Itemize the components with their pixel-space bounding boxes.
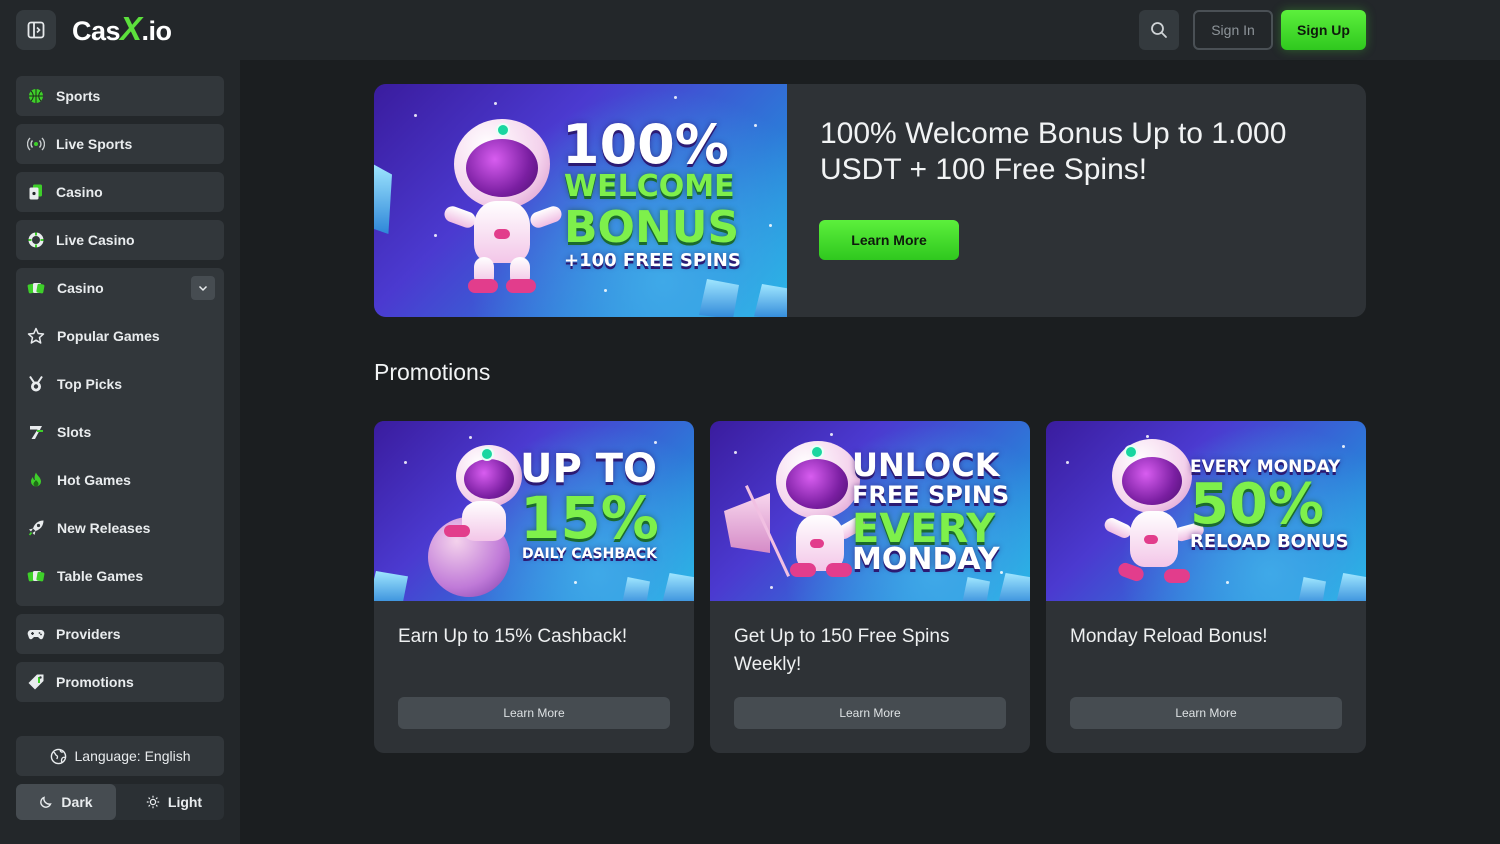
sidebar-item-promotions[interactable]: Promotions [16,662,224,702]
cards-icon [27,183,45,201]
table-cards-icon [27,567,45,585]
promo-learn-more-button[interactable]: Learn More [1070,697,1342,729]
promo-title: Get Up to 150 Free Spins Weekly! [734,626,950,675]
sidebar-item-providers[interactable]: Providers [16,614,224,654]
sidebar-toggle-button[interactable] [16,10,56,50]
casino-group-header[interactable]: Casino [16,268,224,308]
banner-art-text: BONUS [564,202,740,253]
sidebar-item-label: Promotions [56,674,134,690]
medal-icon [27,375,45,393]
sidebar-item-label: Casino [56,184,103,200]
sidebar-item-casino[interactable]: Casino [16,172,224,212]
language-selector[interactable]: Language: English [16,736,224,776]
logo-text: Cas [72,16,121,46]
sidebar-item-top-picks[interactable]: Top Picks [16,364,224,404]
theme-dark-label: Dark [61,794,93,810]
sidebar-item-label: Sports [56,88,101,104]
promo-card-cashback: UP TO 15% DAILY CASHBACK Earn Up to 15% … [374,421,694,753]
star-icon [27,327,45,345]
sign-up-button[interactable]: Sign Up [1281,10,1366,50]
promo-art-text: UP TO [520,446,658,492]
chevron-down-icon [198,285,208,292]
sign-in-button[interactable]: Sign In [1193,10,1273,50]
sidebar-item-label: Live Sports [56,136,133,152]
flame-icon [27,471,45,489]
astronaut-illustration [424,441,534,601]
logo-suffix: .io [141,16,173,46]
hero-title: 100% Welcome Bonus Up to 1.000 USDT + 10… [820,117,1287,186]
promo-art-text: DAILY CASHBACK [522,546,657,562]
casino-category-group: Casino Popular Games Top Picks Slots Hot… [16,268,224,606]
top-header: CasX.io Sign In Sign Up [0,0,1500,60]
search-button[interactable] [1139,10,1179,50]
sidebar-item-live-sports[interactable]: Live Sports [16,124,224,164]
sidebar-item-label: Providers [56,626,121,642]
welcome-bonus-banner: 100% WELCOME BONUS +100 FREE SPINS 100% … [374,84,1366,317]
sidebar-item-popular-games[interactable]: Popular Games [16,316,224,356]
sidebar-item-table-games[interactable]: Table Games [16,556,224,596]
globe-icon [50,748,66,764]
seven-icon [27,423,45,441]
promo-art-text: UNLOCK [852,446,1000,484]
astronaut-illustration [442,109,564,309]
sidebar: Sports Live Sports Casino Live Casino Ca… [0,60,240,844]
promo-art-text: RELOAD BONUS [1190,531,1349,552]
tag-icon [27,673,45,691]
poker-chip-icon [27,231,45,249]
promo-learn-more-button[interactable]: Learn More [734,697,1006,729]
promo-title: Earn Up to 15% Cashback! [398,626,628,647]
banner-art-text: +100 FREE SPINS [564,250,741,271]
theme-dark-button[interactable]: Dark [16,784,116,820]
collapse-casino-button[interactable] [191,276,215,300]
free-spins-promo-image[interactable]: UNLOCK FREE SPINS EVERY MONDAY [710,421,1030,601]
theme-switcher: Dark Light [16,784,224,820]
sidebar-item-label: Hot Games [57,472,131,488]
sidebar-item-label: Live Casino [56,232,135,248]
broadcast-icon [27,135,45,153]
theme-light-button[interactable]: Light [124,784,224,820]
promotions-section-title: Promotions [374,359,491,385]
sidebar-toggle-icon [27,21,45,39]
search-icon [1151,22,1167,38]
sidebar-item-hot-games[interactable]: Hot Games [16,460,224,500]
theme-light-label: Light [167,794,203,810]
basketball-icon [27,87,45,105]
sidebar-item-slots[interactable]: Slots [16,412,224,452]
sidebar-item-sports[interactable]: Sports [16,76,224,116]
hero-learn-more-button[interactable]: Learn More [819,220,959,260]
logo-x-mark: X [120,10,142,47]
promo-title: Monday Reload Bonus! [1070,626,1268,647]
promo-art-text: FREE SPINS [852,481,1010,509]
promo-card-monday-reload: EVERY MONDAY 50% RELOAD BONUS Monday Rel… [1046,421,1366,753]
gamepad-icon [27,625,45,643]
sidebar-item-new-releases[interactable]: New Releases [16,508,224,548]
promo-art-text: 15% [520,484,659,552]
sidebar-item-label: Slots [57,424,92,440]
casino-cards-icon [27,279,45,297]
sidebar-item-label: Table Games [57,568,144,584]
promo-art-text: 50% [1190,472,1325,537]
sidebar-item-label: New Releases [57,520,151,536]
sidebar-item-label: Popular Games [57,328,160,344]
rocket-icon [27,519,45,537]
cashback-promo-image[interactable]: UP TO 15% DAILY CASHBACK [374,421,694,601]
banner-art-text: WELCOME [564,169,735,204]
reload-bonus-promo-image[interactable]: EVERY MONDAY 50% RELOAD BONUS [1046,421,1366,601]
site-logo[interactable]: CasX.io [72,12,172,48]
welcome-bonus-image[interactable]: 100% WELCOME BONUS +100 FREE SPINS [374,84,787,317]
casino-group-label: Casino [57,280,104,296]
promo-learn-more-button[interactable]: Learn More [398,697,670,729]
banner-art-text: 100% [562,113,729,176]
sidebar-item-label: Top Picks [57,376,123,392]
language-label: Language: English [74,748,191,764]
sun-icon [146,795,160,809]
moon-icon [40,796,53,808]
promo-art-text: MONDAY [852,542,1000,577]
sidebar-item-live-casino[interactable]: Live Casino [16,220,224,260]
promo-card-free-spins: UNLOCK FREE SPINS EVERY MONDAY Get Up to… [710,421,1030,753]
